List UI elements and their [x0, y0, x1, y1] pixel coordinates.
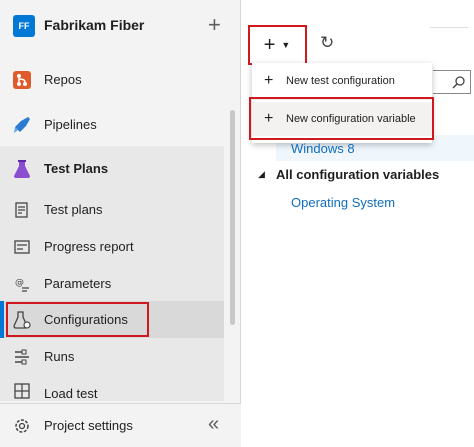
runs-icon [15, 349, 29, 365]
project-settings-link[interactable]: Project settings [0, 407, 200, 444]
sidebar-item-label: Project settings [44, 418, 133, 433]
add-button-highlight [248, 25, 307, 65]
sidebar-item-runs[interactable]: Runs [0, 338, 232, 375]
sidebar-item-label: Runs [44, 349, 75, 364]
test-plans-icon [14, 160, 30, 178]
pipelines-icon [14, 117, 30, 133]
refresh-icon[interactable]: ↻ [320, 33, 334, 53]
search-icon [452, 76, 465, 89]
repos-icon [13, 71, 31, 89]
menu-item-new-test-configuration[interactable]: + New test configuration [252, 64, 432, 98]
org-avatar[interactable]: FF [13, 15, 35, 37]
tree-item-windows8[interactable]: Windows 8 [291, 141, 355, 156]
menu-item-label: New test configuration [286, 75, 395, 87]
configurations-highlight [6, 302, 149, 337]
sidebar-item-label: Test plans [44, 202, 103, 217]
sidebar-item-parameters[interactable]: @ Parameters [0, 265, 232, 302]
tree-group-all-variables[interactable]: All configuration variables [276, 167, 439, 182]
new-variable-highlight [249, 97, 434, 140]
svg-text:@: @ [15, 278, 24, 288]
sidebar-item-label: Progress report [44, 239, 134, 254]
sidebar-item-test-plans[interactable]: Test Plans [0, 150, 232, 187]
org-name[interactable]: Fabrikam Fiber [44, 17, 144, 33]
collapse-sidebar-icon[interactable]: « [208, 413, 219, 436]
sidebar-item-load-test[interactable]: Load test [0, 375, 232, 401]
progress-report-icon [14, 240, 30, 254]
tree-item-operating-system[interactable]: Operating System [291, 195, 395, 210]
sidebar-item-label: Parameters [44, 276, 112, 291]
header-divider [430, 27, 468, 28]
sidebar-item-test-plans-sub[interactable]: Test plans [0, 191, 232, 228]
sidebar-item-label: Test Plans [44, 161, 109, 176]
sidebar-item-label: Pipelines [44, 117, 97, 132]
sidebar-item-repos[interactable]: Repos [0, 61, 232, 98]
sidebar-item-progress-report[interactable]: Progress report [0, 228, 232, 265]
sidebar-header: FF Fabrikam Fiber + [0, 0, 241, 52]
sidebar-footer: Project settings « [0, 403, 241, 447]
search-input[interactable] [433, 70, 471, 94]
test-plans-list-icon [15, 202, 28, 218]
sidebar-item-label: Load test [44, 386, 98, 401]
collapse-triangle-icon[interactable]: ◢ [258, 169, 265, 180]
new-item-button[interactable]: + [208, 12, 221, 38]
gear-icon [15, 419, 29, 433]
sidebar: FF Fabrikam Fiber + Repos Pipelines Test… [0, 0, 241, 447]
parameters-icon: @ [15, 278, 29, 292]
plus-icon: + [264, 72, 274, 89]
sidebar-item-label: Repos [44, 72, 82, 87]
sidebar-item-pipelines[interactable]: Pipelines [0, 106, 232, 143]
load-test-icon [14, 383, 30, 399]
